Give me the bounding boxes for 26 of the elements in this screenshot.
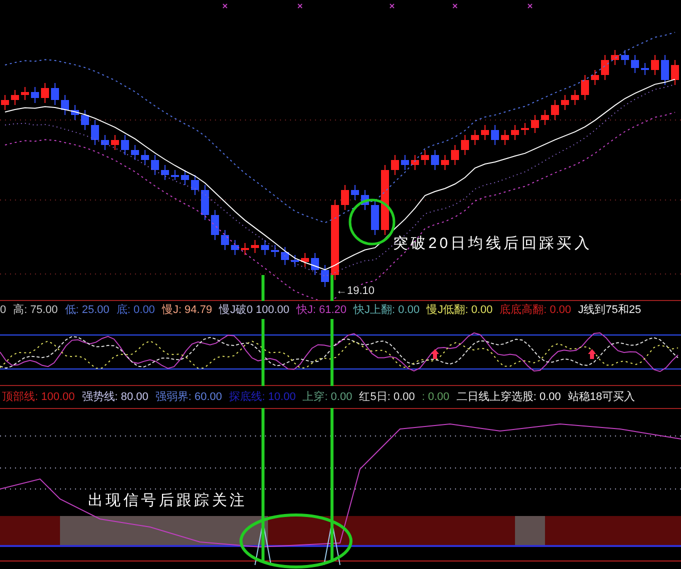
indicator-value: J线到75和25 <box>578 304 642 316</box>
indicator-value: 顶部线: 100.00 <box>2 392 75 402</box>
price-label: ←19.10 <box>336 286 375 297</box>
up-arrow-icon <box>588 349 596 359</box>
indicator-value: : 0.00 <box>422 392 450 402</box>
up-arrow-icon <box>431 349 439 359</box>
indicator-value: 快J: 61.20 <box>296 304 347 316</box>
indicator-value: 探底线: 10.00 <box>229 392 296 402</box>
indicator-value: 底底高翻: 0.00 <box>500 304 572 316</box>
highlight-circle <box>348 198 396 246</box>
indicator-value: 上穿: 0.00 <box>302 392 352 402</box>
indicator-value: 强弱界: 60.00 <box>155 392 222 402</box>
indicator-value: 慢J低翻: 0.00 <box>426 304 493 316</box>
annotation-text: 突破20日均线后回踩买入 <box>393 236 592 251</box>
indicator-value: 慢J: 94.79 <box>162 304 212 316</box>
indicator-value: 底: 0.00 <box>116 304 155 316</box>
indicator-value: 高: 75.00 <box>13 304 58 316</box>
indicator-value: 快J上翻: 0.00 <box>354 304 420 316</box>
indicator-value: 站稳18可买入 <box>568 392 636 402</box>
indicator-value: 红5日: 0.00 <box>359 392 415 402</box>
indicator-value: 0 <box>0 304 6 316</box>
indicator-value: 二日线上穿选股: 0.00 <box>456 392 561 402</box>
indicator-value: 低: 25.00 <box>64 304 110 316</box>
annotation-text: 出现信号后跟踪关注 <box>88 493 248 508</box>
indicator-value: 慢J破0 100.00 <box>219 304 290 316</box>
indicator-value: 强势线: 80.00 <box>82 392 148 402</box>
